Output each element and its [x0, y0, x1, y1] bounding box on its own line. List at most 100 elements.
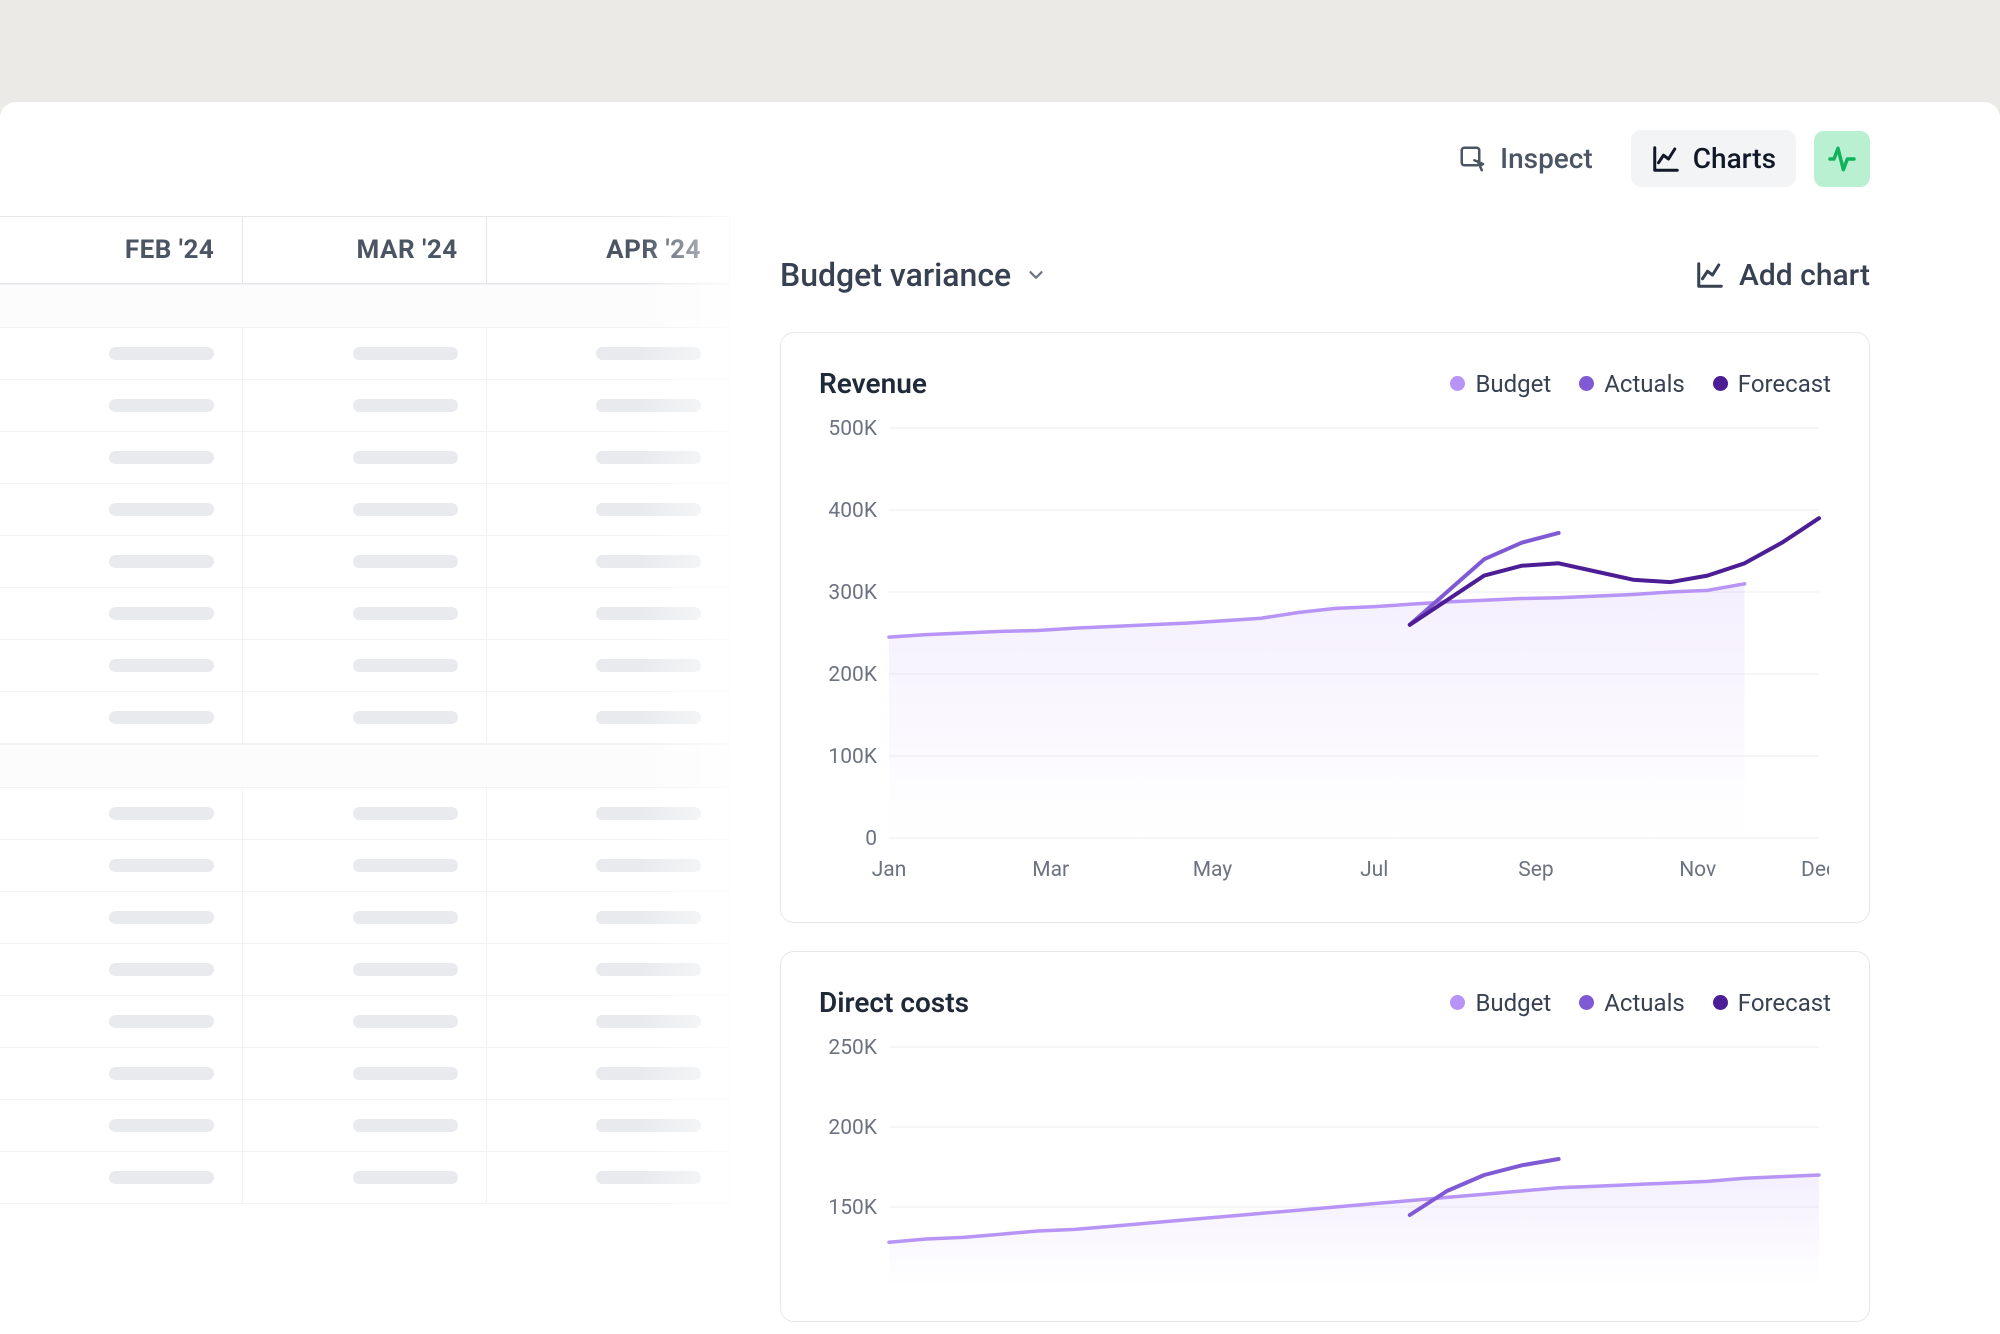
placeholder-bar — [353, 451, 458, 464]
placeholder-bar — [109, 451, 214, 464]
legend-dot — [1450, 995, 1465, 1010]
table-cell — [243, 1048, 486, 1099]
placeholder-bar — [353, 607, 458, 620]
line-chart-icon — [1651, 144, 1681, 174]
svg-text:Dec: Dec — [1801, 858, 1829, 882]
table-cell — [243, 892, 486, 943]
chart-title: Direct costs — [819, 986, 969, 1019]
add-chart-button[interactable]: Add chart — [1695, 258, 1870, 293]
chart-header: Revenue BudgetActualsForecast — [819, 367, 1831, 400]
legend-label: Budget — [1475, 989, 1551, 1017]
table-cell — [487, 892, 730, 943]
placeholder-bar — [353, 711, 458, 724]
table-row — [0, 588, 730, 640]
table-row — [0, 892, 730, 944]
table-cell — [487, 380, 730, 431]
chart-card: Revenue BudgetActualsForecast 0100K200K3… — [780, 332, 1870, 923]
table-cell — [0, 692, 243, 743]
legend-item: Actuals — [1579, 989, 1685, 1017]
svg-text:0: 0 — [865, 827, 877, 851]
placeholder-bar — [109, 399, 214, 412]
table-row — [0, 1048, 730, 1100]
placeholder-bar — [353, 911, 458, 924]
legend-item: Budget — [1450, 989, 1551, 1017]
chart-legend: Budget Actuals Forecast — [1450, 989, 1831, 1017]
placeholder-bar — [596, 1119, 701, 1132]
placeholder-bar — [109, 963, 214, 976]
table-cell — [487, 1100, 730, 1151]
placeholder-bar — [596, 963, 701, 976]
table-cell — [487, 1048, 730, 1099]
table-cell — [0, 536, 243, 587]
placeholder-bar — [596, 1171, 701, 1184]
chevron-down-icon — [1025, 264, 1047, 286]
legend-label: Actuals — [1604, 989, 1685, 1017]
svg-text:May: May — [1193, 858, 1233, 882]
svg-text:Jul: Jul — [1360, 858, 1388, 882]
section-gap — [0, 744, 730, 788]
budget-variance-dropdown[interactable]: Budget variance — [780, 256, 1047, 294]
placeholder-bar — [596, 1015, 701, 1028]
activity-button[interactable] — [1814, 131, 1870, 187]
table-cell — [487, 996, 730, 1047]
placeholder-bar — [109, 555, 214, 568]
table-cell — [0, 588, 243, 639]
table-row — [0, 380, 730, 432]
month-header-cell: APR '24 — [487, 217, 730, 283]
table-cell — [243, 840, 486, 891]
table-cell — [243, 432, 486, 483]
table-row — [0, 692, 730, 744]
svg-text:200K: 200K — [828, 1116, 877, 1140]
activity-icon — [1826, 143, 1858, 175]
legend-item: Forecast — [1713, 989, 1831, 1017]
placeholder-bar — [596, 659, 701, 672]
chart-header: Direct costs Budget Actuals Forecast — [819, 986, 1831, 1019]
table-cell — [243, 536, 486, 587]
placeholder-bar — [353, 555, 458, 568]
view-toolbar: Inspect Charts — [1438, 130, 1870, 187]
table-row — [0, 840, 730, 892]
inspect-label: Inspect — [1500, 142, 1593, 175]
legend-item: Budget — [1450, 370, 1551, 398]
placeholder-bar — [596, 807, 701, 820]
chart-svg: 150K200K250K — [819, 1027, 1829, 1287]
table-cell — [243, 996, 486, 1047]
placeholder-bar — [353, 963, 458, 976]
table-cell — [243, 328, 486, 379]
inspect-button[interactable]: Inspect — [1438, 130, 1613, 187]
legend-label: Forecast — [1738, 989, 1831, 1017]
legend-dot — [1450, 376, 1465, 391]
svg-text:250K: 250K — [828, 1036, 877, 1060]
table-cell — [0, 640, 243, 691]
placeholder-bar — [109, 859, 214, 872]
placeholder-bar — [109, 911, 214, 924]
line-chart-icon — [1695, 260, 1725, 290]
table-cell — [487, 692, 730, 743]
svg-text:Jan: Jan — [872, 858, 907, 882]
table-cell — [0, 1048, 243, 1099]
placeholder-bar — [109, 503, 214, 516]
table-cell — [487, 536, 730, 587]
placeholder-bar — [596, 347, 701, 360]
placeholder-bar — [353, 859, 458, 872]
table-row — [0, 484, 730, 536]
legend-label: Actuals — [1604, 370, 1685, 398]
charts-panel: Budget variance Add chart Revenue Budget… — [730, 216, 2000, 1334]
table-cell — [0, 380, 243, 431]
table-cell — [0, 432, 243, 483]
table-row — [0, 640, 730, 692]
svg-text:200K: 200K — [828, 663, 877, 687]
table-cell — [0, 788, 243, 839]
table-cell — [487, 640, 730, 691]
svg-text:500K: 500K — [828, 417, 877, 441]
charts-container: Revenue BudgetActualsForecast 0100K200K3… — [780, 332, 1870, 1322]
placeholder-bar — [109, 1067, 214, 1080]
table-cell — [487, 788, 730, 839]
legend-dot — [1579, 376, 1594, 391]
legend-label: Budget — [1475, 370, 1551, 398]
inspect-icon — [1458, 144, 1488, 174]
charts-tab[interactable]: Charts — [1631, 130, 1796, 187]
table-cell — [0, 996, 243, 1047]
table-row — [0, 536, 730, 588]
data-grid-panel: FEB '24 MAR '24 APR '24 — [0, 216, 730, 1334]
